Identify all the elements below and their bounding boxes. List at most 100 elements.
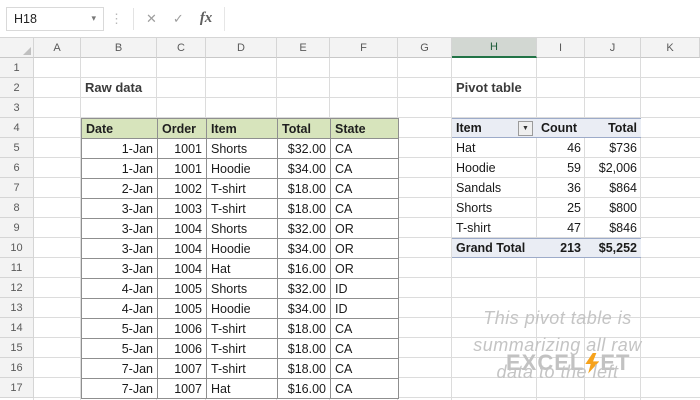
pivot-cell[interactable]: 59 xyxy=(537,158,585,178)
raw-cell[interactable]: 1005 xyxy=(158,279,207,299)
formula-input[interactable] xyxy=(224,6,700,31)
raw-cell[interactable]: 4-Jan xyxy=(82,279,158,299)
pivot-cell[interactable]: $846 xyxy=(585,218,641,238)
raw-cell[interactable]: 1-Jan xyxy=(82,139,158,159)
enter-icon[interactable]: ✓ xyxy=(173,11,184,27)
row-header-12[interactable]: 12 xyxy=(0,278,34,298)
row-header-14[interactable]: 14 xyxy=(0,318,34,338)
raw-cell[interactable]: CA xyxy=(331,359,399,379)
raw-cell[interactable]: Hoodie xyxy=(207,159,278,179)
pivot-header-count[interactable]: Count xyxy=(537,118,585,138)
column-header-B[interactable]: B xyxy=(81,38,157,58)
raw-cell[interactable]: OR xyxy=(331,219,399,239)
raw-cell[interactable]: 1003 xyxy=(158,199,207,219)
raw-cell[interactable]: T-shirt xyxy=(207,359,278,379)
raw-cell[interactable]: CA xyxy=(331,379,399,399)
raw-cell[interactable]: 1004 xyxy=(158,259,207,279)
raw-cell[interactable]: $34.00 xyxy=(278,239,331,259)
row-header-17[interactable]: 17 xyxy=(0,378,34,398)
pivot-header-item[interactable]: Item ▼ xyxy=(452,118,537,138)
raw-cell[interactable]: $18.00 xyxy=(278,199,331,219)
raw-cell[interactable]: $16.00 xyxy=(278,259,331,279)
row-header-16[interactable]: 16 xyxy=(0,358,34,378)
raw-cell[interactable]: OR xyxy=(331,239,399,259)
raw-cell[interactable]: 3-Jan xyxy=(82,219,158,239)
raw-cell[interactable]: $18.00 xyxy=(278,179,331,199)
raw-cell[interactable]: CA xyxy=(331,319,399,339)
raw-cell[interactable]: 1-Jan xyxy=(82,159,158,179)
raw-cell[interactable]: CA xyxy=(331,199,399,219)
column-header-K[interactable]: K xyxy=(641,38,700,58)
raw-cell[interactable]: $34.00 xyxy=(278,299,331,319)
row-header-7[interactable]: 7 xyxy=(0,178,34,198)
raw-cell[interactable]: $18.00 xyxy=(278,339,331,359)
row-header-11[interactable]: 11 xyxy=(0,258,34,278)
column-header-A[interactable]: A xyxy=(34,38,81,58)
row-header-5[interactable]: 5 xyxy=(0,138,34,158)
item-filter-button[interactable]: ▼ xyxy=(518,120,533,136)
raw-cell[interactable]: 1002 xyxy=(158,179,207,199)
raw-cell[interactable]: T-shirt xyxy=(207,199,278,219)
raw-cell[interactable]: 1004 xyxy=(158,239,207,259)
raw-cell[interactable]: 1007 xyxy=(158,379,207,399)
column-header-I[interactable]: I xyxy=(537,38,585,58)
raw-cell[interactable]: 1005 xyxy=(158,299,207,319)
raw-data-label[interactable]: Raw data xyxy=(85,78,142,98)
raw-cell[interactable]: 1001 xyxy=(158,139,207,159)
raw-cell[interactable]: 7-Jan xyxy=(82,359,158,379)
raw-cell[interactable]: $32.00 xyxy=(278,139,331,159)
raw-cell[interactable]: CA xyxy=(331,339,399,359)
raw-cell[interactable]: 3-Jan xyxy=(82,239,158,259)
name-box-dropdown-icon[interactable]: ▾ xyxy=(91,13,96,24)
raw-cell[interactable]: 1006 xyxy=(158,339,207,359)
pivot-cell[interactable]: 36 xyxy=(537,178,585,198)
raw-cell[interactable]: 5-Jan xyxy=(82,339,158,359)
raw-cell[interactable]: 5-Jan xyxy=(82,319,158,339)
pivot-cell[interactable]: Shorts xyxy=(452,198,537,218)
raw-cell[interactable]: $18.00 xyxy=(278,359,331,379)
raw-cell[interactable]: $18.00 xyxy=(278,319,331,339)
pivot-cell[interactable]: Hat xyxy=(452,138,537,158)
row-header-4[interactable]: 4 xyxy=(0,118,34,138)
pivot-cell[interactable]: 25 xyxy=(537,198,585,218)
column-header-G[interactable]: G xyxy=(398,38,452,58)
raw-cell[interactable]: 3-Jan xyxy=(82,199,158,219)
raw-cell[interactable]: $34.00 xyxy=(278,159,331,179)
pivot-cell[interactable]: $800 xyxy=(585,198,641,218)
pivot-cell[interactable]: $2,006 xyxy=(585,158,641,178)
row-header-3[interactable]: 3 xyxy=(0,98,34,118)
pivot-header-total[interactable]: Total xyxy=(585,118,641,138)
column-header-C[interactable]: C xyxy=(157,38,206,58)
raw-header-item[interactable]: Item xyxy=(207,119,278,139)
name-box[interactable]: H18 ▾ xyxy=(6,6,104,31)
row-header-9[interactable]: 9 xyxy=(0,218,34,238)
raw-header-order[interactable]: Order xyxy=(158,119,207,139)
raw-cell[interactable]: OR xyxy=(331,259,399,279)
raw-cell[interactable]: T-shirt xyxy=(207,179,278,199)
raw-cell[interactable]: $32.00 xyxy=(278,279,331,299)
raw-cell[interactable]: 1004 xyxy=(158,219,207,239)
raw-cell[interactable]: Hoodie xyxy=(207,239,278,259)
raw-cell[interactable]: Shorts xyxy=(207,219,278,239)
raw-cell[interactable]: CA xyxy=(331,179,399,199)
row-header-15[interactable]: 15 xyxy=(0,338,34,358)
raw-cell[interactable]: 1007 xyxy=(158,359,207,379)
raw-cell[interactable]: Hat xyxy=(207,379,278,399)
pivot-cell[interactable]: $864 xyxy=(585,178,641,198)
insert-function-icon[interactable]: fx xyxy=(200,10,213,27)
column-header-F[interactable]: F xyxy=(330,38,398,58)
pivot-cell[interactable]: Hoodie xyxy=(452,158,537,178)
raw-cell[interactable]: 4-Jan xyxy=(82,299,158,319)
raw-cell[interactable]: ID xyxy=(331,299,399,319)
column-header-H[interactable]: H xyxy=(452,38,537,58)
raw-cell[interactable]: $16.00 xyxy=(278,379,331,399)
raw-cell[interactable]: Shorts xyxy=(207,139,278,159)
raw-cell[interactable]: 1001 xyxy=(158,159,207,179)
raw-cell[interactable]: CA xyxy=(331,159,399,179)
column-header-J[interactable]: J xyxy=(585,38,641,58)
row-header-13[interactable]: 13 xyxy=(0,298,34,318)
raw-cell[interactable]: 7-Jan xyxy=(82,379,158,399)
raw-header-state[interactable]: State xyxy=(331,119,399,139)
raw-header-total[interactable]: Total xyxy=(278,119,331,139)
pivot-cell[interactable]: Sandals xyxy=(452,178,537,198)
